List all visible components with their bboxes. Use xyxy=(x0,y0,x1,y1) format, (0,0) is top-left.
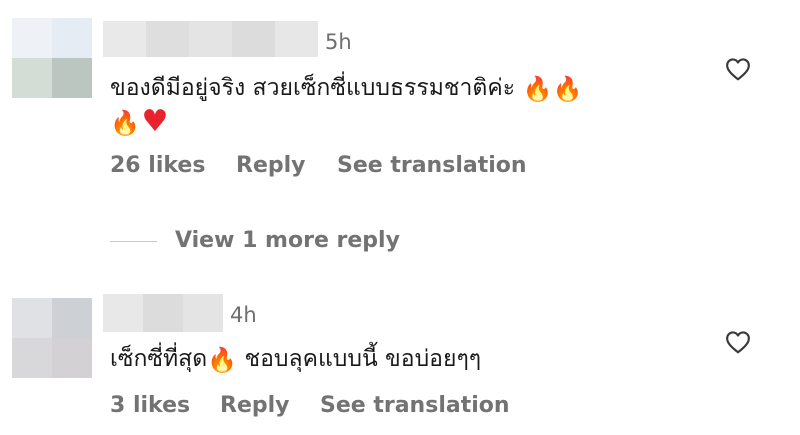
see-translation-button[interactable]: See translation xyxy=(320,393,510,418)
comment-text-content: ชอบลุคแบบนี้ ขอบ่อยๆๆ xyxy=(244,346,482,372)
timestamp: 4h xyxy=(230,303,257,327)
fire-emoji-icon: 🔥 xyxy=(110,109,140,137)
likes-count[interactable]: 3 likes xyxy=(110,393,190,418)
view-more-replies-label: View 1 more reply xyxy=(175,228,400,253)
timestamp: 5h xyxy=(325,30,352,54)
fire-emoji-icon: 🔥 xyxy=(207,346,238,374)
heart-outline-icon[interactable] xyxy=(725,330,751,354)
avatar[interactable] xyxy=(12,18,92,98)
fire-emoji-icon: 🔥 xyxy=(552,75,583,103)
comment-text: เซ็กซี่ที่สุด🔥 ชอบลุคแบบนี้ ขอบ่อยๆๆ xyxy=(110,342,710,376)
comment-text-content: เซ็กซี่ที่สุด xyxy=(110,346,208,372)
replies-divider-line xyxy=(110,241,157,242)
username-blurred[interactable] xyxy=(103,294,223,332)
reply-button[interactable]: Reply xyxy=(236,153,306,178)
fire-emoji-icon: 🔥 xyxy=(522,75,553,103)
comment-text-content: ของดีมีอยู่จริง สวยเซ็กซี่แบบธรรมชาติค่ะ xyxy=(110,75,516,101)
username-blurred[interactable] xyxy=(103,21,318,57)
reply-button[interactable]: Reply xyxy=(220,393,290,418)
heart-outline-icon[interactable] xyxy=(725,57,751,81)
avatar[interactable] xyxy=(12,298,92,378)
comment: 5h ของดีมีอยู่จริง สวยเซ็กซี่แบบธรรมชาติ… xyxy=(0,0,800,200)
red-heart-emoji-icon: ♥ xyxy=(141,104,169,139)
comment-text: ของดีมีอยู่จริง สวยเซ็กซี่แบบธรรมชาติค่ะ… xyxy=(110,71,710,139)
likes-count[interactable]: 26 likes xyxy=(110,153,205,178)
comment: 4h เซ็กซี่ที่สุด🔥 ชอบลุคแบบนี้ ขอบ่อยๆๆ … xyxy=(0,290,800,435)
see-translation-button[interactable]: See translation xyxy=(337,153,527,178)
